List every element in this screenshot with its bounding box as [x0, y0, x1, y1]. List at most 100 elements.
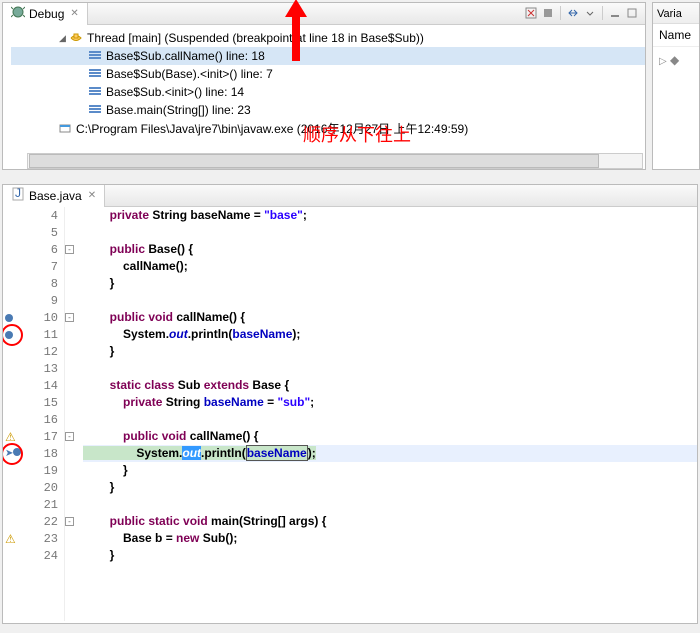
code-line[interactable]: public Base() { — [83, 241, 697, 258]
minimize-icon[interactable] — [608, 6, 622, 20]
stack-frame[interactable]: Base.main(String[]) line: 23 — [11, 101, 645, 119]
code-line[interactable]: private String baseName = "sub"; — [83, 394, 697, 411]
gutter-line[interactable]: 24 — [3, 547, 64, 564]
gutter-line[interactable]: 22- — [3, 513, 64, 530]
breakpoint-icon[interactable] — [5, 314, 13, 322]
code-line[interactable]: System.out.println(baseName); — [83, 326, 697, 343]
breakpoint-icon[interactable] — [5, 331, 13, 339]
gutter-line[interactable]: 13 — [3, 360, 64, 377]
expand-icon[interactable]: ▷ — [659, 56, 667, 67]
maximize-icon[interactable] — [625, 6, 639, 20]
stackframe-icon — [87, 48, 103, 64]
frame-label: Base.main(String[]) line: 23 — [106, 103, 251, 117]
code-line[interactable]: static class Sub extends Base { — [83, 377, 697, 394]
gutter-line[interactable]: 11 — [3, 326, 64, 343]
svg-text:J: J — [15, 187, 21, 200]
fold-icon[interactable]: - — [65, 517, 74, 526]
current-line-icon: ➤ — [5, 448, 13, 459]
debug-tab[interactable]: Debug ✕ — [3, 3, 88, 25]
expand-icon[interactable]: ◢ — [57, 33, 68, 44]
separator — [602, 6, 603, 20]
thread-label: Thread [main] (Suspended (breakpoint at … — [87, 31, 424, 45]
stack-frame[interactable]: Base$Sub.callName() line: 18 — [11, 47, 645, 65]
breakpoint-icon[interactable] — [13, 448, 21, 456]
stack-frame[interactable]: Base$Sub(Base).<init>() line: 7 — [11, 65, 645, 83]
gutter-line[interactable]: 23⚠ — [3, 530, 64, 547]
editor-tab-label: Base.java — [29, 189, 82, 203]
debug-toolbar — [524, 6, 639, 20]
gutter-line[interactable]: 15 — [3, 394, 64, 411]
code-line[interactable] — [83, 292, 697, 309]
variables-tree[interactable]: ▷ ◆ — [653, 47, 699, 73]
debug-tab-label: Debug — [29, 7, 64, 21]
editor-view: J Base.java ✕ 456-78910-11121314151617-⚠… — [2, 184, 698, 624]
gutter-line[interactable]: 8 — [3, 275, 64, 292]
gutter-line[interactable]: 16 — [3, 411, 64, 428]
horizontal-scrollbar[interactable] — [27, 153, 643, 169]
code-line[interactable]: public static void main(String[] args) { — [83, 513, 697, 530]
fold-icon[interactable]: - — [65, 245, 74, 254]
fold-icon[interactable]: - — [65, 432, 74, 441]
code-line[interactable]: System.out.println(baseName); — [83, 445, 697, 462]
remove-terminate-icon[interactable] — [524, 6, 538, 20]
stack-frame[interactable]: Base$Sub.<init>() line: 14 — [11, 83, 645, 101]
scrollbar-thumb[interactable] — [29, 154, 599, 168]
variables-column-header: Name — [653, 24, 699, 47]
code-line[interactable]: } — [83, 462, 697, 479]
gutter-line[interactable]: 20 — [3, 479, 64, 496]
gutter-line[interactable]: 5 — [3, 224, 64, 241]
stackframe-icon — [87, 66, 103, 82]
code-line[interactable] — [83, 360, 697, 377]
code-line[interactable]: } — [83, 343, 697, 360]
code-line[interactable]: callName(); — [83, 258, 697, 275]
link-icon[interactable] — [566, 6, 580, 20]
gutter-line[interactable]: 19 — [3, 462, 64, 479]
gutter-line[interactable]: 12 — [3, 343, 64, 360]
gutter-line[interactable]: 17-⚠ — [3, 428, 64, 445]
stackframe-icon — [87, 84, 103, 100]
annotation-text: 顺序从下往上 — [303, 121, 411, 147]
editor-tab[interactable]: J Base.java ✕ — [3, 185, 105, 207]
frame-label: Base$Sub.callName() line: 18 — [106, 49, 265, 63]
gutter-line[interactable]: 7 — [3, 258, 64, 275]
code-content[interactable]: private String baseName = "base"; public… — [65, 207, 697, 621]
vars-tab-label: Varia — [657, 8, 682, 20]
gutter-line[interactable]: 14 — [3, 377, 64, 394]
java-file-icon: J — [11, 187, 25, 204]
code-line[interactable] — [83, 496, 697, 513]
frame-label: Base$Sub(Base).<init>() line: 7 — [106, 67, 273, 81]
code-line[interactable]: private String baseName = "base"; — [83, 207, 697, 224]
variables-view: Varia Name ▷ ◆ — [652, 2, 700, 170]
code-line[interactable]: } — [83, 275, 697, 292]
variables-tab[interactable]: Varia — [653, 3, 699, 24]
code-line[interactable]: } — [83, 479, 697, 496]
code-line[interactable]: public void callName() { — [83, 309, 697, 326]
gutter-line[interactable]: 10- — [3, 309, 64, 326]
gutter-line[interactable]: 21 — [3, 496, 64, 513]
thread-node[interactable]: ◢ Thread [main] (Suspended (breakpoint a… — [11, 29, 645, 47]
process-icon — [57, 120, 73, 136]
debug-tab-bar: Debug ✕ — [3, 3, 645, 25]
debug-view: Debug ✕ ◢ Thread [main] (Suspended (brea… — [2, 2, 646, 170]
close-icon[interactable]: ✕ — [88, 190, 96, 201]
bug-icon — [11, 5, 25, 22]
code-line[interactable]: } — [83, 547, 697, 564]
code-area[interactable]: 456-78910-11121314151617-⚠18➤19202122-23… — [3, 207, 697, 621]
code-line[interactable]: public void callName() { — [83, 428, 697, 445]
code-line[interactable]: Base b = new Sub(); — [83, 530, 697, 547]
fold-icon[interactable]: - — [65, 313, 74, 322]
stackframe-icon — [87, 102, 103, 118]
code-line[interactable] — [83, 411, 697, 428]
gutter-line[interactable]: 4 — [3, 207, 64, 224]
gutter-line[interactable]: 6- — [3, 241, 64, 258]
warning-icon: ⚠ — [5, 532, 16, 546]
gutter-line[interactable]: 9 — [3, 292, 64, 309]
dropdown-icon[interactable] — [583, 6, 597, 20]
editor-tab-bar: J Base.java ✕ — [3, 185, 697, 207]
gutter-line[interactable]: 18➤ — [3, 445, 64, 462]
thread-icon — [68, 30, 84, 46]
toolbar-icon[interactable] — [541, 6, 555, 20]
gutter[interactable]: 456-78910-11121314151617-⚠18➤19202122-23… — [3, 207, 65, 621]
close-icon[interactable]: ✕ — [70, 8, 78, 19]
code-line[interactable] — [83, 224, 697, 241]
